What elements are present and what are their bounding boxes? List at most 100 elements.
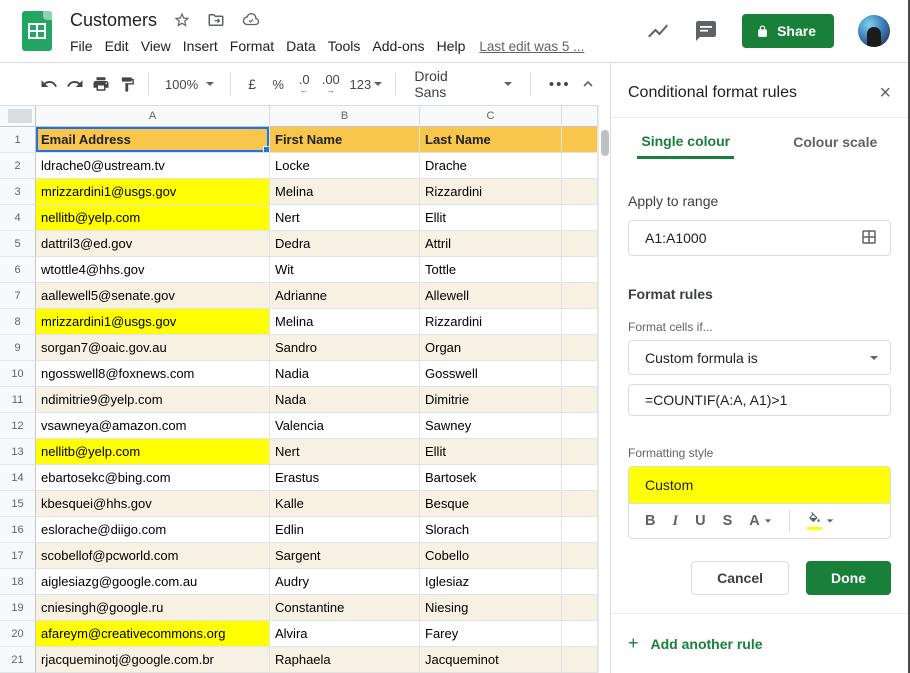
cell-B8[interactable]: Melina	[270, 309, 420, 335]
print-icon[interactable]	[88, 70, 114, 98]
cell-A17[interactable]: scobellof@pcworld.com	[36, 543, 270, 569]
cell-A21[interactable]: rjacqueminotj@google.com.br	[36, 647, 270, 673]
move-folder-icon[interactable]	[207, 11, 225, 29]
account-avatar[interactable]	[858, 15, 890, 47]
cell-A1[interactable]: Email Address	[36, 127, 270, 153]
cell-B17[interactable]: Sargent	[270, 543, 420, 569]
row-number[interactable]: 18	[0, 569, 36, 595]
undo-icon[interactable]	[36, 70, 62, 98]
select-range-grid-icon[interactable]	[860, 228, 878, 249]
cell-C15[interactable]: Besque	[420, 491, 562, 517]
cell-B9[interactable]: Sandro	[270, 335, 420, 361]
cell-C11[interactable]: Dimitrie	[420, 387, 562, 413]
cell-partial[interactable]	[562, 361, 598, 387]
cell-B21[interactable]: Raphaela	[270, 647, 420, 673]
cell-partial[interactable]	[562, 569, 598, 595]
cell-C18[interactable]: Iglesiaz	[420, 569, 562, 595]
cell-A19[interactable]: cniesingh@google.ru	[36, 595, 270, 621]
cell-B13[interactable]: Nert	[270, 439, 420, 465]
cell-A13[interactable]: nellitb@yelp.com	[36, 439, 270, 465]
row-number[interactable]: 1	[0, 127, 36, 153]
cell-partial[interactable]	[562, 621, 598, 647]
cell-B5[interactable]: Dedra	[270, 231, 420, 257]
cell-C16[interactable]: Slorach	[420, 517, 562, 543]
row-number[interactable]: 16	[0, 517, 36, 543]
select-all-corner[interactable]	[0, 106, 36, 127]
row-number[interactable]: 17	[0, 543, 36, 569]
done-button[interactable]: Done	[806, 561, 891, 595]
tab-colour-scale[interactable]: Colour scale	[761, 118, 910, 167]
cell-partial[interactable]	[562, 491, 598, 517]
menu-data[interactable]: Data	[280, 36, 322, 56]
row-number[interactable]: 15	[0, 491, 36, 517]
cell-partial[interactable]	[562, 205, 598, 231]
format-percent-button[interactable]: %	[265, 70, 291, 98]
row-number[interactable]: 20	[0, 621, 36, 647]
cell-C1[interactable]: Last Name	[420, 127, 562, 153]
cell-partial[interactable]	[562, 309, 598, 335]
cell-B20[interactable]: Alvira	[270, 621, 420, 647]
row-number[interactable]: 8	[0, 309, 36, 335]
menu-add-ons[interactable]: Add-ons	[366, 36, 430, 56]
cell-partial[interactable]	[562, 283, 598, 309]
cell-B1[interactable]: First Name	[270, 127, 420, 153]
cell-C19[interactable]: Niesing	[420, 595, 562, 621]
last-edit-status[interactable]: Last edit was 5 ...	[479, 39, 584, 54]
cell-partial[interactable]	[562, 595, 598, 621]
cell-B19[interactable]: Constantine	[270, 595, 420, 621]
bold-button[interactable]: B	[645, 513, 655, 529]
close-icon[interactable]: ×	[879, 86, 891, 100]
cell-C10[interactable]: Gosswell	[420, 361, 562, 387]
row-number[interactable]: 6	[0, 257, 36, 283]
underline-button[interactable]: U	[695, 513, 705, 529]
cell-C20[interactable]: Farey	[420, 621, 562, 647]
condition-select[interactable]: Custom formula is	[628, 340, 891, 375]
cell-C12[interactable]: Sawney	[420, 413, 562, 439]
cell-C14[interactable]: Bartosek	[420, 465, 562, 491]
row-number[interactable]: 5	[0, 231, 36, 257]
column-header-A[interactable]: A	[36, 106, 270, 127]
format-currency-button[interactable]: £	[239, 70, 265, 98]
cell-C21[interactable]: Jacqueminot	[420, 647, 562, 673]
cell-partial[interactable]	[562, 543, 598, 569]
cell-B7[interactable]: Adrianne	[270, 283, 420, 309]
formula-input[interactable]: =COUNTIF(A:A, A1)>1	[628, 384, 891, 416]
cell-A10[interactable]: ngosswell8@foxnews.com	[36, 361, 270, 387]
row-number[interactable]: 3	[0, 179, 36, 205]
cell-B14[interactable]: Erastus	[270, 465, 420, 491]
menu-edit[interactable]: Edit	[99, 36, 135, 56]
cell-B18[interactable]: Audry	[270, 569, 420, 595]
share-button[interactable]: Share	[742, 14, 834, 48]
text-color-button[interactable]: A	[749, 513, 771, 529]
cell-C8[interactable]: Rizzardini	[420, 309, 562, 335]
cell-partial[interactable]	[562, 517, 598, 543]
vertical-scrollbar[interactable]	[598, 105, 610, 673]
comment-icon[interactable]	[694, 19, 718, 43]
cell-C5[interactable]: Attril	[420, 231, 562, 257]
cell-partial[interactable]	[562, 387, 598, 413]
cell-partial[interactable]	[562, 153, 598, 179]
cell-B12[interactable]: Valencia	[270, 413, 420, 439]
cell-A14[interactable]: ebartosekc@bing.com	[36, 465, 270, 491]
row-number[interactable]: 12	[0, 413, 36, 439]
cell-C6[interactable]: Tottle	[420, 257, 562, 283]
strikethrough-button[interactable]: S	[723, 513, 733, 529]
fill-color-button[interactable]	[807, 512, 834, 530]
cell-B15[interactable]: Kalle	[270, 491, 420, 517]
cell-B16[interactable]: Edlin	[270, 517, 420, 543]
row-number[interactable]: 21	[0, 647, 36, 673]
cell-C17[interactable]: Cobello	[420, 543, 562, 569]
cell-partial[interactable]	[562, 335, 598, 361]
cell-partial[interactable]	[562, 439, 598, 465]
decrease-decimal-button[interactable]: .0←	[291, 70, 317, 98]
cloud-saved-icon[interactable]	[241, 11, 261, 29]
cell-partial[interactable]	[562, 257, 598, 283]
cell-partial[interactable]	[562, 413, 598, 439]
increase-decimal-button[interactable]: .00→	[317, 70, 344, 98]
cell-A2[interactable]: ldrache0@ustream.tv	[36, 153, 270, 179]
range-input[interactable]: A1:A1000	[628, 220, 891, 256]
cell-A5[interactable]: dattril3@ed.gov	[36, 231, 270, 257]
cell-C9[interactable]: Organ	[420, 335, 562, 361]
menu-view[interactable]: View	[135, 36, 177, 56]
cell-partial[interactable]	[562, 231, 598, 257]
